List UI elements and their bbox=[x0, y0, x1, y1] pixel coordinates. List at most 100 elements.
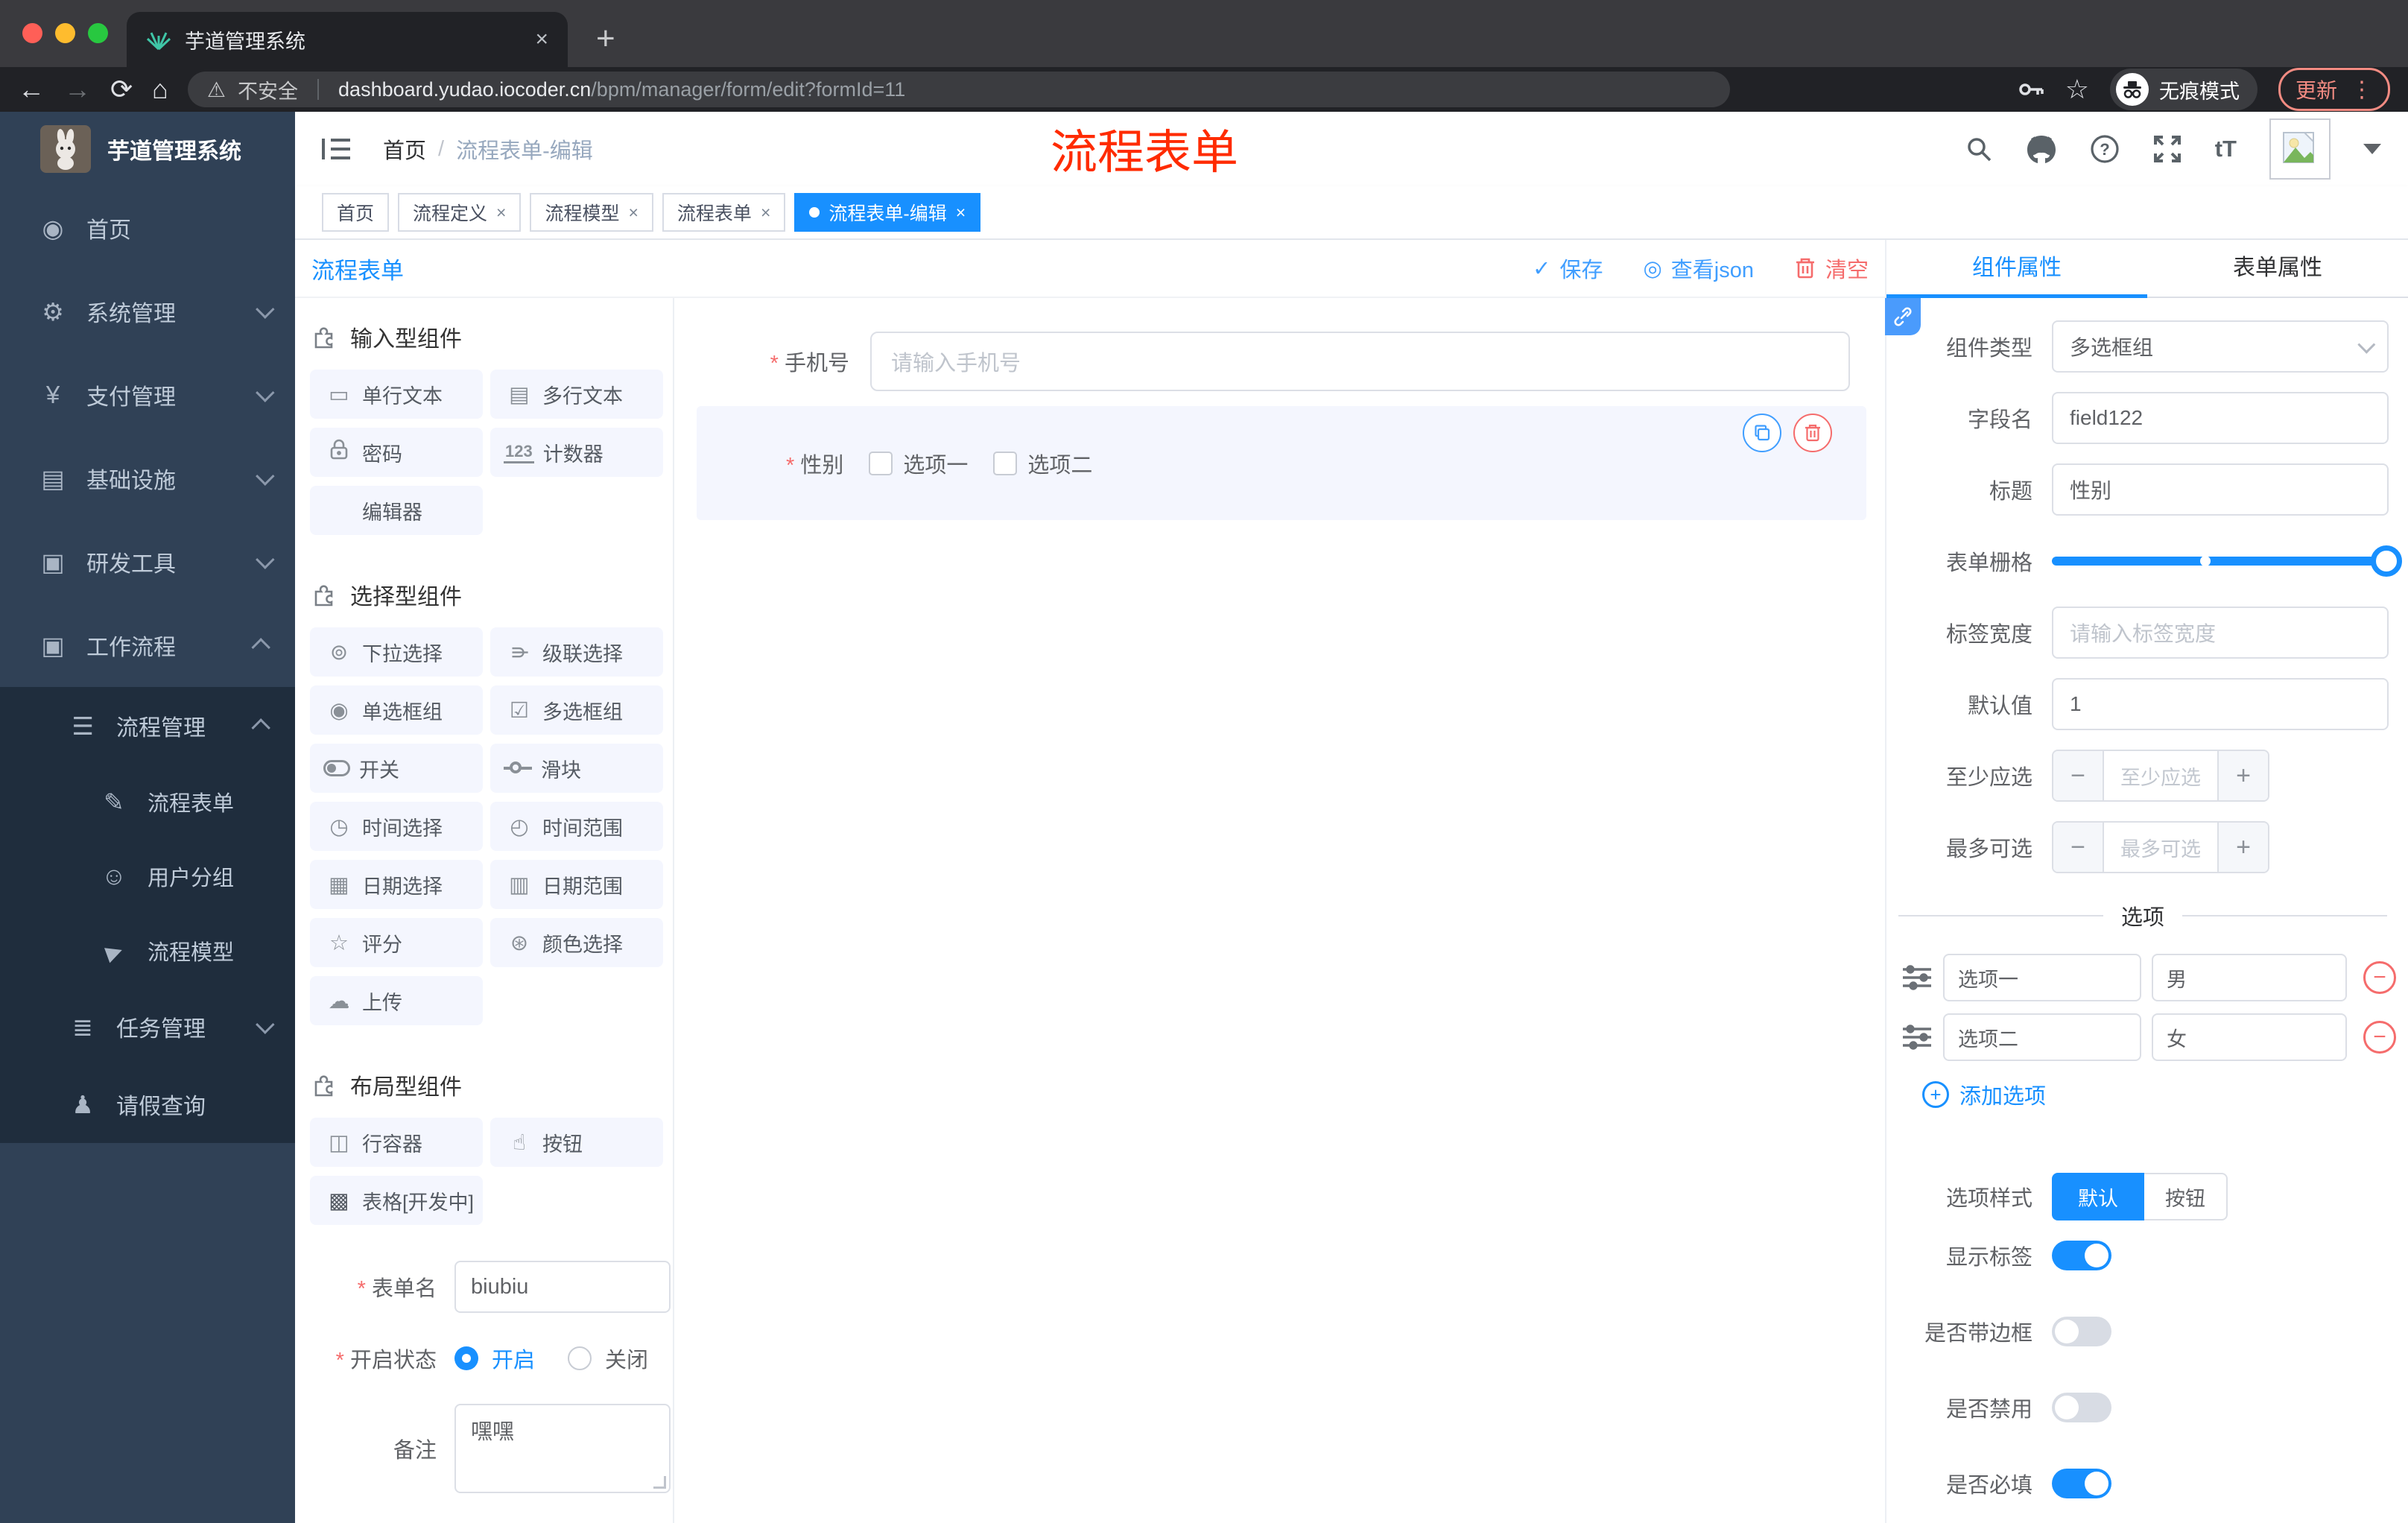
style-button-button[interactable]: 按钮 bbox=[2144, 1173, 2228, 1220]
help-icon[interactable]: ? bbox=[2090, 134, 2120, 164]
tag-process-form[interactable]: 流程表单 × bbox=[662, 193, 786, 232]
tag-process-model[interactable]: 流程模型 × bbox=[530, 193, 653, 232]
component-checkbox-group[interactable]: ☑ 多选框组 bbox=[490, 685, 663, 735]
clear-button[interactable]: 清空 bbox=[1794, 253, 1869, 284]
label-width-input[interactable]: 请输入标签宽度 bbox=[2052, 607, 2389, 659]
browser-menu-icon[interactable]: ⋮ bbox=[2351, 77, 2373, 103]
view-json-button[interactable]: ◎ 查看json bbox=[1643, 253, 1754, 284]
sidebar-fold-icon[interactable] bbox=[322, 136, 352, 162]
component-color-picker[interactable]: ⊛ 颜色选择 bbox=[490, 918, 663, 967]
component-switch[interactable]: 开关 bbox=[310, 744, 483, 793]
forward-icon[interactable]: → bbox=[64, 74, 91, 105]
save-button[interactable]: ✓ 保存 bbox=[1533, 253, 1603, 284]
radio-off[interactable] bbox=[568, 1346, 592, 1370]
tag-close-icon[interactable]: × bbox=[628, 203, 638, 223]
window-minimize-button[interactable] bbox=[55, 23, 75, 43]
component-counter[interactable]: 123 计数器 bbox=[490, 428, 663, 477]
tag-close-icon[interactable]: × bbox=[761, 203, 770, 223]
tag-process-definition[interactable]: 流程定义 × bbox=[398, 193, 522, 232]
sidebar-item-process-model[interactable]: ▶ 流程模型 bbox=[0, 914, 295, 988]
tab-component-props[interactable]: 组件属性 bbox=[1886, 240, 2147, 298]
default-value-input[interactable]: 1 bbox=[2052, 678, 2389, 730]
slider-track[interactable] bbox=[2052, 545, 2402, 577]
component-rate[interactable]: ☆ 评分 bbox=[310, 918, 483, 967]
option-label-input[interactable]: 选项二 bbox=[1943, 1013, 2141, 1061]
sidebar-item-infrastructure[interactable]: ▤ 基础设施 bbox=[0, 437, 295, 520]
checkbox-icon[interactable] bbox=[869, 451, 893, 475]
remove-option-button[interactable]: − bbox=[2363, 961, 2396, 994]
browser-tab[interactable]: 芋道管理系统 × bbox=[127, 12, 568, 67]
tag-close-icon[interactable]: × bbox=[956, 203, 966, 223]
component-time-range[interactable]: ◴ 时间范围 bbox=[490, 802, 663, 851]
decrease-button[interactable]: − bbox=[2053, 823, 2104, 872]
breadcrumb-home[interactable]: 首页 bbox=[383, 133, 426, 165]
gender-option-1[interactable]: 选项一 bbox=[869, 448, 968, 479]
checkbox-icon[interactable] bbox=[993, 451, 1018, 475]
key-icon[interactable] bbox=[2018, 76, 2044, 103]
component-time-picker[interactable]: ◷ 时间选择 bbox=[310, 802, 483, 851]
drag-handle-icon[interactable] bbox=[1901, 964, 1933, 991]
component-single-line-text[interactable]: ▭ 单行文本 bbox=[310, 370, 483, 419]
drag-handle-icon[interactable] bbox=[1901, 1024, 1933, 1051]
component-table-dev[interactable]: ▩ 表格[开发中] bbox=[310, 1176, 483, 1225]
remove-option-button[interactable]: − bbox=[2363, 1021, 2396, 1054]
border-switch[interactable] bbox=[2052, 1317, 2111, 1346]
form-remark-textarea[interactable]: 嘿嘿 bbox=[454, 1404, 671, 1493]
sidebar-item-process-form[interactable]: ✎ 流程表单 bbox=[0, 764, 295, 839]
radio-on-label[interactable]: 开启 bbox=[492, 1343, 535, 1374]
canvas-field-phone[interactable]: 手机号 请输入手机号 bbox=[674, 332, 1850, 391]
caret-down-icon[interactable] bbox=[2363, 144, 2381, 154]
resize-handle[interactable] bbox=[653, 1476, 666, 1489]
form-grid-slider[interactable] bbox=[2052, 535, 2402, 587]
copy-field-button[interactable] bbox=[1743, 414, 1781, 452]
tag-close-icon[interactable]: × bbox=[496, 203, 506, 223]
form-canvas[interactable]: 手机号 请输入手机号 性别 选项一 选项二 bbox=[674, 298, 1885, 1523]
radio-on[interactable] bbox=[454, 1346, 478, 1370]
option-value-input[interactable]: 女 bbox=[2152, 1013, 2347, 1061]
new-tab-button[interactable]: + bbox=[596, 16, 615, 61]
sidebar-item-user-group[interactable]: ☺ 用户分组 bbox=[0, 839, 295, 914]
component-date-range[interactable]: ▥ 日期范围 bbox=[490, 860, 663, 909]
required-switch[interactable] bbox=[2052, 1469, 2111, 1498]
slider-handle[interactable] bbox=[2371, 545, 2402, 577]
increase-button[interactable]: + bbox=[2217, 751, 2268, 800]
fullscreen-icon[interactable] bbox=[2152, 134, 2182, 164]
sidebar-item-dev-tools[interactable]: ▣ 研发工具 bbox=[0, 520, 295, 604]
option-value-input[interactable]: 男 bbox=[2152, 954, 2347, 1001]
github-icon[interactable] bbox=[2026, 134, 2057, 164]
sidebar-item-leave-query[interactable]: ♟ 请假查询 bbox=[0, 1066, 295, 1143]
field-name-input[interactable]: field122 bbox=[2052, 392, 2389, 444]
component-button[interactable]: ☝ 按钮 bbox=[490, 1118, 663, 1167]
tag-process-form-edit[interactable]: 流程表单-编辑 × bbox=[794, 193, 981, 232]
tag-home[interactable]: 首页 bbox=[322, 193, 390, 232]
component-type-select[interactable]: 多选框组 bbox=[2052, 320, 2389, 373]
phone-input[interactable]: 请输入手机号 bbox=[870, 332, 1850, 391]
window-zoom-button[interactable] bbox=[88, 23, 108, 43]
font-size-icon[interactable]: tT bbox=[2215, 136, 2237, 162]
tab-form-props[interactable]: 表单属性 bbox=[2147, 240, 2408, 297]
window-close-button[interactable] bbox=[22, 23, 42, 43]
style-default-button[interactable]: 默认 bbox=[2052, 1173, 2144, 1220]
add-option-button[interactable]: + 添加选项 bbox=[1922, 1079, 2408, 1110]
tab-close-icon[interactable]: × bbox=[535, 27, 548, 52]
component-cascader[interactable]: ⋔ 级联选择 bbox=[490, 627, 663, 677]
link-handle[interactable] bbox=[1885, 298, 1921, 335]
component-editor[interactable]: 编辑器 bbox=[310, 486, 483, 535]
min-select-input[interactable]: 至少应选 bbox=[2104, 751, 2217, 800]
decrease-button[interactable]: − bbox=[2053, 751, 2104, 800]
show-label-switch[interactable] bbox=[2052, 1241, 2111, 1270]
component-dropdown[interactable]: ⊚ 下拉选择 bbox=[310, 627, 483, 677]
sidebar-item-payment-management[interactable]: ¥ 支付管理 bbox=[0, 353, 295, 437]
bookmark-star-icon[interactable]: ☆ bbox=[2065, 74, 2089, 105]
component-row-container[interactable]: ◫ 行容器 bbox=[310, 1118, 483, 1167]
back-icon[interactable]: ← bbox=[18, 74, 45, 105]
gender-option-2[interactable]: 选项二 bbox=[993, 448, 1092, 479]
component-password[interactable]: 密码 bbox=[310, 428, 483, 477]
reload-icon[interactable]: ⟳ bbox=[110, 74, 133, 105]
sidebar-item-home[interactable]: ◉ 首页 bbox=[0, 186, 295, 270]
sidebar-item-workflow[interactable]: ▣ 工作流程 bbox=[0, 604, 295, 687]
component-multi-line-text[interactable]: ▤ 多行文本 bbox=[490, 370, 663, 419]
sidebar-item-task-management[interactable]: ≣ 任务管理 bbox=[0, 988, 295, 1066]
delete-field-button[interactable] bbox=[1793, 414, 1832, 452]
form-name-input[interactable]: biubiu bbox=[454, 1261, 671, 1313]
